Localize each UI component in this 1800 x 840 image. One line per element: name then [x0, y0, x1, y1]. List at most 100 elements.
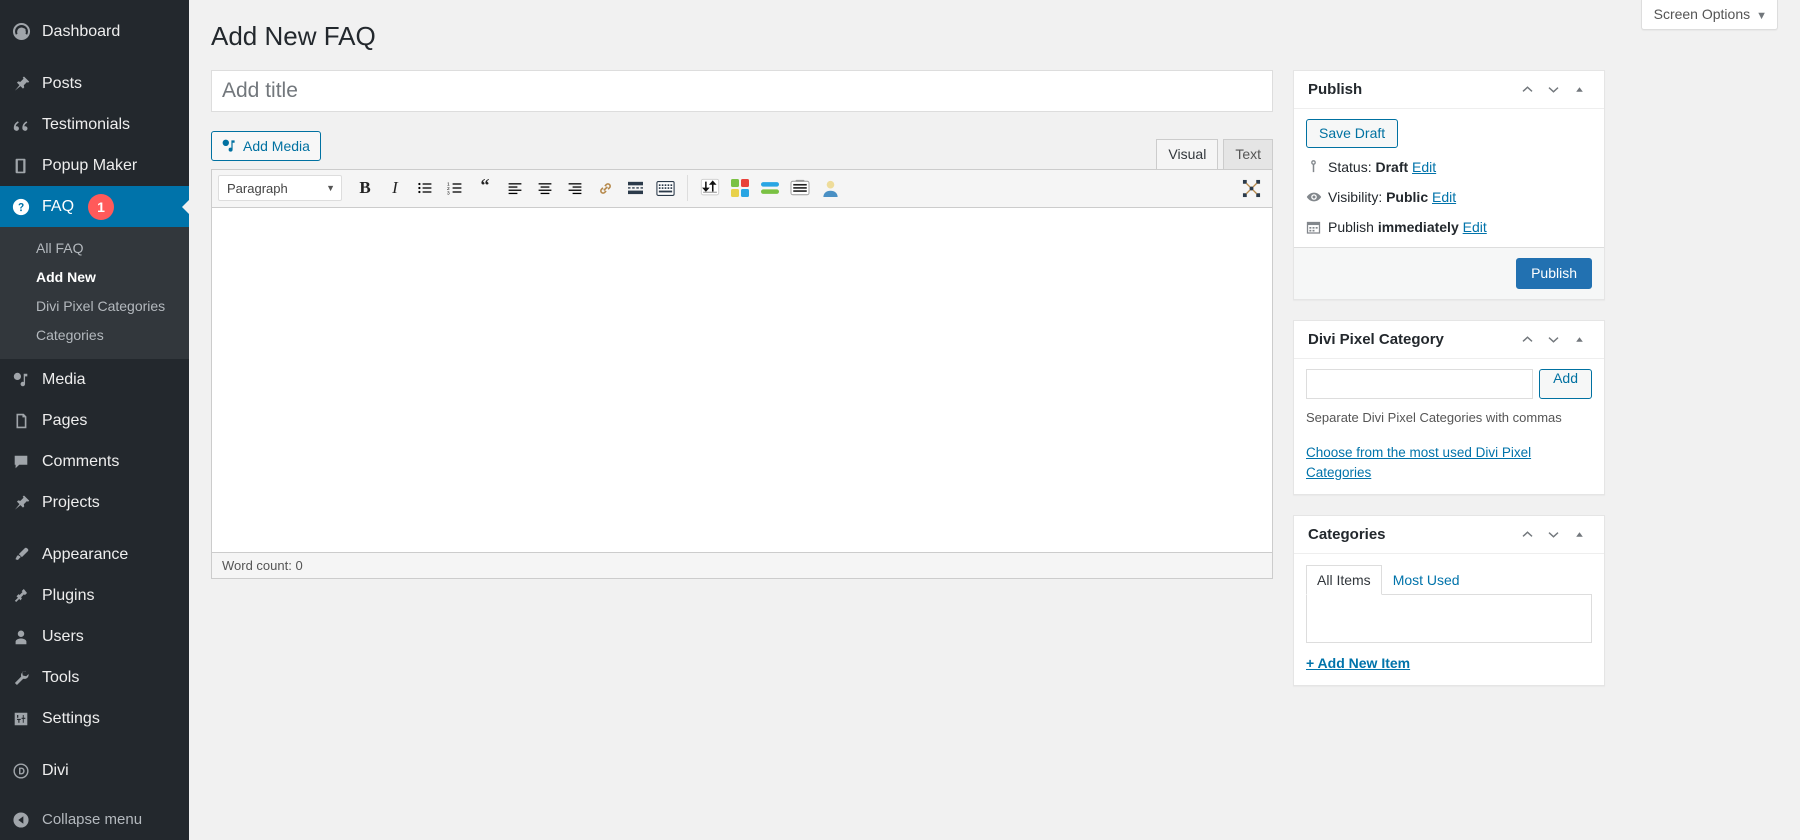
- sidebar-item-label: Comments: [42, 452, 120, 470]
- svg-text:3: 3: [447, 191, 450, 197]
- editor: Add Media Visual Text Paragraph ▼ B I 1 …: [211, 130, 1273, 579]
- divi-pixel-modules-icon[interactable]: [725, 174, 755, 202]
- faq-submenu: All FAQ Add New Divi Pixel Categories Ca…: [0, 227, 189, 359]
- sidebar-sep-2: [0, 523, 189, 534]
- collapse-menu-label: Collapse menu: [42, 811, 143, 828]
- save-draft-button[interactable]: Save Draft: [1306, 118, 1399, 148]
- faq-pending-badge: 1: [88, 193, 115, 220]
- divi-pixel-category-add-button[interactable]: Add: [1539, 368, 1592, 399]
- sidebar-item-categories[interactable]: Categories: [0, 321, 189, 350]
- chevron-down-icon[interactable]: [1540, 522, 1566, 548]
- sidebar-item-label: Popup Maker: [42, 156, 138, 174]
- sidebar-item-label: FAQ: [42, 197, 75, 215]
- divi-pixel-category-input[interactable]: [1306, 368, 1534, 399]
- paragraph-format-select[interactable]: Paragraph ▼: [218, 175, 342, 202]
- divi-builder-icon[interactable]: [755, 174, 785, 202]
- sidebar-item-label: Pages: [42, 411, 88, 429]
- sidebar-item-divi-pixel-categories[interactable]: Divi Pixel Categories: [0, 292, 189, 321]
- tab-most-used[interactable]: Most Used: [1382, 565, 1471, 595]
- categories-title: Categories: [1308, 526, 1386, 544]
- keyboard-shortcuts-icon[interactable]: [650, 174, 680, 202]
- sidebar-item-label: Settings: [42, 709, 100, 727]
- media-icon: [221, 138, 237, 154]
- tab-all-items[interactable]: All Items: [1306, 565, 1382, 596]
- book-icon: [12, 157, 38, 175]
- sidebar-item-tools[interactable]: Tools: [0, 657, 189, 698]
- sidebar-item-media[interactable]: Media: [0, 359, 189, 400]
- pin-icon: [12, 494, 38, 512]
- publish-button[interactable]: Publish: [1516, 257, 1592, 289]
- toggle-icon[interactable]: [1566, 76, 1592, 102]
- sidebar-item-projects[interactable]: Projects: [0, 482, 189, 523]
- toggle-icon[interactable]: [1566, 522, 1592, 548]
- toggle-rows-icon[interactable]: [785, 174, 815, 202]
- align-right-icon[interactable]: [560, 174, 590, 202]
- visibility-edit-link[interactable]: Edit: [1432, 189, 1456, 205]
- collapse-menu-button[interactable]: Collapse menu: [0, 799, 189, 840]
- plug-icon: [12, 587, 38, 605]
- link-icon[interactable]: [590, 174, 620, 202]
- align-center-icon[interactable]: [530, 174, 560, 202]
- sidebar-sep-3: [0, 739, 189, 750]
- eye-icon: [1306, 189, 1328, 205]
- chevron-down-icon[interactable]: [1540, 76, 1566, 102]
- sidebar-item-divi[interactable]: Divi: [0, 750, 189, 791]
- sidebar-item-add-new[interactable]: Add New: [0, 263, 189, 292]
- sidebar-item-all-faq[interactable]: All FAQ: [0, 234, 189, 263]
- dashboard-icon: [12, 22, 38, 41]
- sidebar-item-appearance[interactable]: Appearance: [0, 534, 189, 575]
- visibility-label: Visibility:: [1328, 188, 1383, 205]
- sidebar-item-testimonials[interactable]: Testimonials: [0, 104, 189, 145]
- fullscreen-icon[interactable]: [1236, 174, 1266, 202]
- chevron-up-icon[interactable]: [1514, 522, 1540, 548]
- sidebar-item-posts[interactable]: Posts: [0, 63, 189, 104]
- sidebar-item-pages[interactable]: Pages: [0, 400, 189, 441]
- schedule-edit-link[interactable]: Edit: [1463, 219, 1487, 235]
- screen-options-button[interactable]: Screen Options ▼: [1640, 0, 1778, 30]
- sidebar-item-settings[interactable]: Settings: [0, 698, 189, 739]
- categories-header: Categories: [1294, 516, 1604, 555]
- tab-text[interactable]: Text: [1223, 138, 1273, 170]
- divi-pixel-category-header: Divi Pixel Category: [1294, 321, 1604, 359]
- bold-icon[interactable]: B: [350, 174, 380, 202]
- chevron-down-icon[interactable]: [1540, 326, 1566, 352]
- sidebar-item-label: Plugins: [42, 586, 95, 604]
- pin-icon: [12, 75, 38, 93]
- divi-pixel-category-cloud-link[interactable]: Choose from the most used Divi Pixel Cat…: [1306, 443, 1592, 482]
- visibility-row: Visibility: Public Edit: [1294, 182, 1604, 212]
- sidebar-item-popup-maker[interactable]: Popup Maker: [0, 145, 189, 186]
- sort-order-icon[interactable]: [695, 174, 725, 202]
- admin-main: Screen Options ▼ Add New FAQ Add Media: [189, 0, 1800, 840]
- chevron-up-icon[interactable]: [1514, 76, 1540, 102]
- sidebar-sep-1: [0, 52, 189, 63]
- chevron-down-icon: ▼: [1756, 10, 1767, 22]
- status-label: Status:: [1328, 158, 1372, 175]
- toolbar-divider: [687, 175, 688, 202]
- user-avatar-icon[interactable]: [815, 174, 845, 202]
- align-left-icon[interactable]: [500, 174, 530, 202]
- sidebar-item-users[interactable]: Users: [0, 616, 189, 657]
- sidebar-item-comments[interactable]: Comments: [0, 441, 189, 482]
- toggle-icon[interactable]: [1566, 326, 1592, 352]
- chevron-up-icon[interactable]: [1514, 326, 1540, 352]
- sidebar-item-plugins[interactable]: Plugins: [0, 575, 189, 616]
- categories-checklist[interactable]: [1306, 595, 1592, 644]
- categories-tabs: All Items Most Used: [1306, 564, 1592, 596]
- screen-options-label: Screen Options: [1653, 6, 1751, 22]
- numbered-list-icon[interactable]: 123: [440, 174, 470, 202]
- italic-icon[interactable]: I: [380, 174, 410, 202]
- sidebar-item-dashboard[interactable]: Dashboard: [0, 11, 189, 52]
- editor-content-area[interactable]: [211, 207, 1273, 553]
- sidebar-column: Publish Save Draft Status: Draft Edit Vi…: [1293, 69, 1605, 706]
- post-title-input[interactable]: [211, 69, 1273, 112]
- status-edit-link[interactable]: Edit: [1412, 159, 1436, 175]
- blockquote-icon[interactable]: “: [470, 174, 500, 202]
- collapse-menu-row: Collapse menu: [0, 799, 189, 840]
- read-more-icon[interactable]: [620, 174, 650, 202]
- sidebar-item-faq[interactable]: FAQ 1: [0, 186, 189, 227]
- comment-icon: [12, 453, 38, 471]
- tab-visual[interactable]: Visual: [1156, 138, 1219, 170]
- add-media-button[interactable]: Add Media: [211, 130, 321, 161]
- add-new-item-link[interactable]: + Add New Item: [1306, 655, 1410, 671]
- bulleted-list-icon[interactable]: [410, 174, 440, 202]
